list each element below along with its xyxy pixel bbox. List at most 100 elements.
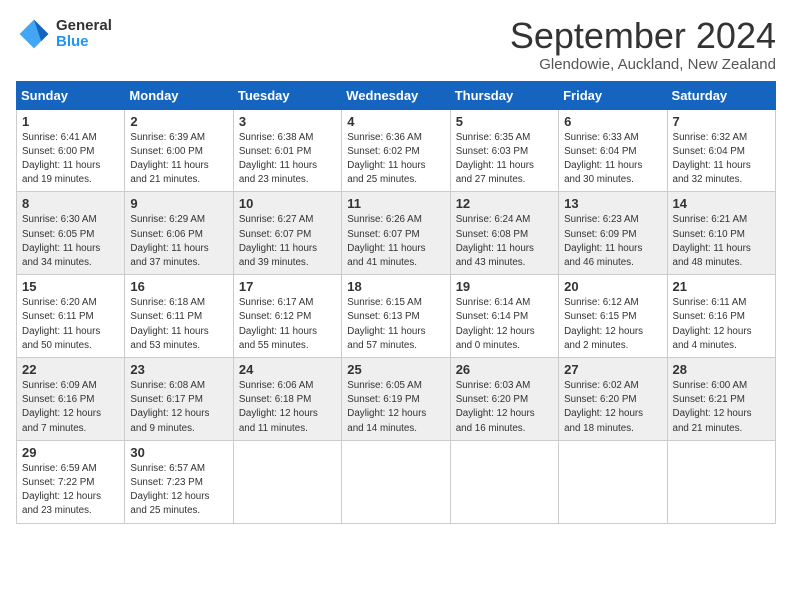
calendar-cell: 10 Sunrise: 6:27 AMSunset: 6:07 PMDayligh…	[233, 192, 341, 275]
calendar-cell: 15 Sunrise: 6:20 AMSunset: 6:11 PMDayligh…	[17, 275, 125, 358]
calendar-cell: 26Sunrise: 6:03 AMSunset: 6:20 PMDayligh…	[450, 358, 558, 441]
col-header-friday: Friday	[559, 81, 667, 109]
calendar-cell: 1Sunrise: 6:41 AMSunset: 6:00 PMDaylight…	[17, 109, 125, 192]
calendar-week-row: 1Sunrise: 6:41 AMSunset: 6:00 PMDaylight…	[17, 109, 776, 192]
day-info: Sunrise: 6:02 AMSunset: 6:20 PMDaylight:…	[564, 379, 661, 436]
calendar-week-row: 29Sunrise: 6:59 AMSunset: 7:22 PMDayligh…	[17, 440, 776, 523]
day-info: Sunrise: 6:14 AMSunset: 6:14 PMDaylight:…	[456, 296, 553, 353]
calendar-cell: 21 Sunrise: 6:11 AMSunset: 6:16 PMDayligh…	[667, 275, 775, 358]
day-number: 17	[239, 279, 336, 294]
page-header: General Blue September 2024 Glendowie, A…	[16, 16, 776, 73]
logo: General Blue	[16, 16, 112, 52]
day-number: 15	[22, 279, 119, 294]
calendar-cell: 22 Sunrise: 6:09 AMSunset: 6:16 PMDayligh…	[17, 358, 125, 441]
col-header-monday: Monday	[125, 81, 233, 109]
calendar-cell: 23 Sunrise: 6:08 AMSunset: 6:17 PMDayligh…	[125, 358, 233, 441]
day-info: Sunrise: 6:59 AMSunset: 7:22 PMDaylight:…	[22, 462, 119, 519]
day-info: Sunrise: 6:18 AMSunset: 6:11 PMDaylight:…	[130, 296, 227, 353]
day-number: 6	[564, 114, 661, 129]
logo-text: General Blue	[56, 18, 112, 51]
day-number: 28	[673, 362, 770, 377]
day-info: Sunrise: 6:33 AMSunset: 6:04 PMDaylight:…	[564, 131, 661, 188]
calendar-cell: 17 Sunrise: 6:17 AMSunset: 6:12 PMDayligh…	[233, 275, 341, 358]
calendar-week-row: 8 Sunrise: 6:30 AMSunset: 6:05 PMDaylight…	[17, 192, 776, 275]
logo-blue: Blue	[56, 34, 112, 51]
calendar: SundayMondayTuesdayWednesdayThursdayFrid…	[16, 81, 776, 524]
calendar-cell: 7 Sunrise: 6:32 AMSunset: 6:04 PMDaylight…	[667, 109, 775, 192]
day-number: 24	[239, 362, 336, 377]
day-number: 22	[22, 362, 119, 377]
calendar-cell: 9 Sunrise: 6:29 AMSunset: 6:06 PMDaylight…	[125, 192, 233, 275]
calendar-cell: 19 Sunrise: 6:14 AMSunset: 6:14 PMDayligh…	[450, 275, 558, 358]
day-info: Sunrise: 6:57 AMSunset: 7:23 PMDaylight:…	[130, 462, 227, 519]
calendar-cell: 28Sunrise: 6:00 AMSunset: 6:21 PMDayligh…	[667, 358, 775, 441]
col-header-saturday: Saturday	[667, 81, 775, 109]
day-info: Sunrise: 6:24 AMSunset: 6:08 PMDaylight:…	[456, 213, 553, 270]
month-title: September 2024	[510, 16, 776, 56]
calendar-cell: 12 Sunrise: 6:24 AMSunset: 6:08 PMDayligh…	[450, 192, 558, 275]
calendar-cell: 3Sunrise: 6:38 AMSunset: 6:01 PMDaylight…	[233, 109, 341, 192]
day-number: 10	[239, 196, 336, 211]
day-info: Sunrise: 6:32 AMSunset: 6:04 PMDaylight:…	[673, 131, 770, 188]
calendar-cell: 20 Sunrise: 6:12 AMSunset: 6:15 PMDayligh…	[559, 275, 667, 358]
calendar-cell: 25 Sunrise: 6:05 AMSunset: 6:19 PMDayligh…	[342, 358, 450, 441]
calendar-cell: 27 Sunrise: 6:02 AMSunset: 6:20 PMDayligh…	[559, 358, 667, 441]
calendar-cell: 14Sunrise: 6:21 AMSunset: 6:10 PMDayligh…	[667, 192, 775, 275]
day-number: 30	[130, 445, 227, 460]
calendar-cell: 6 Sunrise: 6:33 AMSunset: 6:04 PMDaylight…	[559, 109, 667, 192]
col-header-wednesday: Wednesday	[342, 81, 450, 109]
calendar-week-row: 15 Sunrise: 6:20 AMSunset: 6:11 PMDayligh…	[17, 275, 776, 358]
day-number: 21	[673, 279, 770, 294]
calendar-cell	[559, 440, 667, 523]
day-info: Sunrise: 6:39 AMSunset: 6:00 PMDaylight:…	[130, 131, 227, 188]
location: Glendowie, Auckland, New Zealand	[510, 56, 776, 73]
day-number: 13	[564, 196, 661, 211]
day-number: 7	[673, 114, 770, 129]
day-info: Sunrise: 6:05 AMSunset: 6:19 PMDaylight:…	[347, 379, 444, 436]
calendar-cell: 8 Sunrise: 6:30 AMSunset: 6:05 PMDaylight…	[17, 192, 125, 275]
day-info: Sunrise: 6:15 AMSunset: 6:13 PMDaylight:…	[347, 296, 444, 353]
day-info: Sunrise: 6:36 AMSunset: 6:02 PMDaylight:…	[347, 131, 444, 188]
calendar-cell: 18 Sunrise: 6:15 AMSunset: 6:13 PMDayligh…	[342, 275, 450, 358]
day-info: Sunrise: 6:11 AMSunset: 6:16 PMDaylight:…	[673, 296, 770, 353]
calendar-cell: 5Sunrise: 6:35 AMSunset: 6:03 PMDaylight…	[450, 109, 558, 192]
day-info: Sunrise: 6:17 AMSunset: 6:12 PMDaylight:…	[239, 296, 336, 353]
calendar-header-row: SundayMondayTuesdayWednesdayThursdayFrid…	[17, 81, 776, 109]
calendar-cell: 29Sunrise: 6:59 AMSunset: 7:22 PMDayligh…	[17, 440, 125, 523]
day-number: 2	[130, 114, 227, 129]
calendar-cell	[233, 440, 341, 523]
day-info: Sunrise: 6:12 AMSunset: 6:15 PMDaylight:…	[564, 296, 661, 353]
day-info: Sunrise: 6:08 AMSunset: 6:17 PMDaylight:…	[130, 379, 227, 436]
day-info: Sunrise: 6:06 AMSunset: 6:18 PMDaylight:…	[239, 379, 336, 436]
calendar-cell: 13Sunrise: 6:23 AMSunset: 6:09 PMDayligh…	[559, 192, 667, 275]
day-number: 27	[564, 362, 661, 377]
day-number: 18	[347, 279, 444, 294]
calendar-cell: 11Sunrise: 6:26 AMSunset: 6:07 PMDayligh…	[342, 192, 450, 275]
day-number: 5	[456, 114, 553, 129]
col-header-thursday: Thursday	[450, 81, 558, 109]
day-info: Sunrise: 6:30 AMSunset: 6:05 PMDaylight:…	[22, 213, 119, 270]
day-info: Sunrise: 6:09 AMSunset: 6:16 PMDaylight:…	[22, 379, 119, 436]
day-number: 9	[130, 196, 227, 211]
day-number: 19	[456, 279, 553, 294]
day-number: 4	[347, 114, 444, 129]
day-info: Sunrise: 6:26 AMSunset: 6:07 PMDaylight:…	[347, 213, 444, 270]
calendar-cell: 4 Sunrise: 6:36 AMSunset: 6:02 PMDaylight…	[342, 109, 450, 192]
day-info: Sunrise: 6:27 AMSunset: 6:07 PMDaylight:…	[239, 213, 336, 270]
day-info: Sunrise: 6:20 AMSunset: 6:11 PMDaylight:…	[22, 296, 119, 353]
day-info: Sunrise: 6:29 AMSunset: 6:06 PMDaylight:…	[130, 213, 227, 270]
calendar-cell: 24 Sunrise: 6:06 AMSunset: 6:18 PMDayligh…	[233, 358, 341, 441]
calendar-cell	[450, 440, 558, 523]
day-number: 23	[130, 362, 227, 377]
day-number: 12	[456, 196, 553, 211]
title-block: September 2024 Glendowie, Auckland, New …	[510, 16, 776, 73]
day-number: 25	[347, 362, 444, 377]
day-number: 8	[22, 196, 119, 211]
calendar-cell	[342, 440, 450, 523]
calendar-cell: 16Sunrise: 6:18 AMSunset: 6:11 PMDayligh…	[125, 275, 233, 358]
day-info: Sunrise: 6:41 AMSunset: 6:00 PMDaylight:…	[22, 131, 119, 188]
day-number: 20	[564, 279, 661, 294]
calendar-cell: 2 Sunrise: 6:39 AMSunset: 6:00 PMDaylight…	[125, 109, 233, 192]
logo-icon	[16, 16, 52, 52]
col-header-sunday: Sunday	[17, 81, 125, 109]
